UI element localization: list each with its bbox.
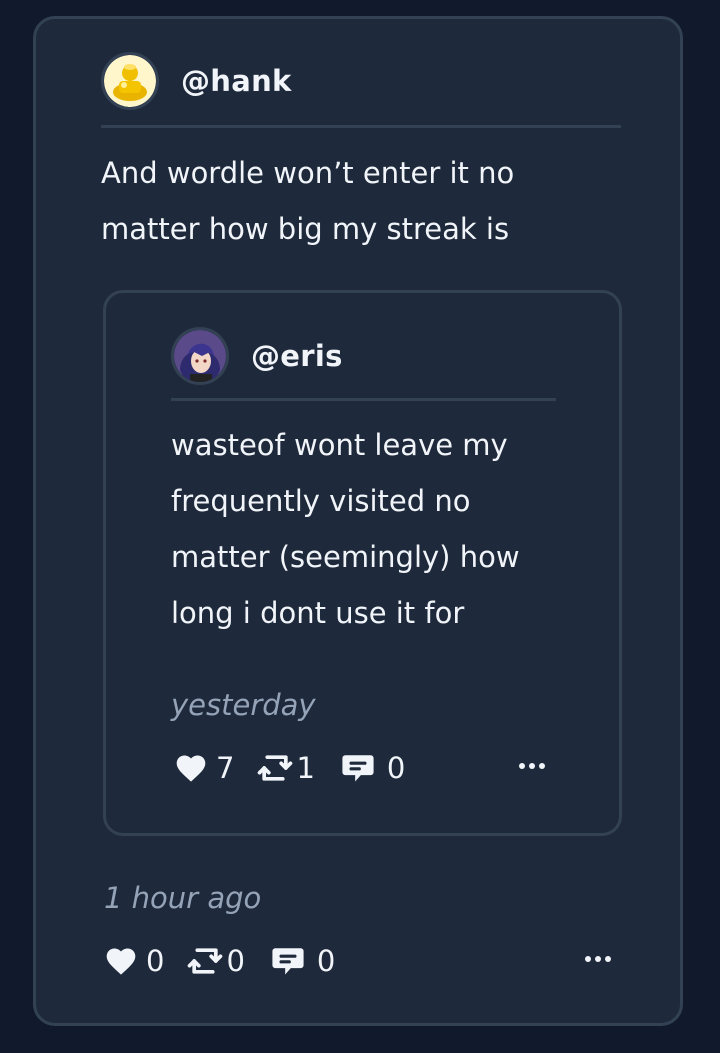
username[interactable]: @hank: [181, 64, 292, 98]
post-actions: 0 0 0: [104, 944, 335, 978]
comment-count: 0: [386, 751, 406, 785]
like-count: 0: [146, 944, 165, 978]
avatar[interactable]: [171, 327, 229, 385]
more-dot: [519, 763, 525, 769]
post-timestamp[interactable]: 1 hour ago: [104, 881, 261, 915]
more-dot: [529, 763, 535, 769]
repost-count: 1: [296, 751, 315, 785]
repost-count: 0: [226, 944, 245, 978]
post-text: And wordle won’t enter it no matter how …: [101, 145, 514, 257]
post-text-line: matter how big my streak is: [101, 212, 510, 246]
repost-icon: [188, 948, 223, 974]
post-header: @hank: [101, 52, 292, 110]
like-button[interactable]: 7: [174, 751, 234, 785]
quoted-timestamp[interactable]: yesterday: [171, 688, 316, 722]
comment-button[interactable]: 0: [341, 751, 405, 785]
more-dot: [585, 956, 591, 962]
more-dot: [605, 956, 611, 962]
comment-count: 0: [316, 944, 336, 978]
avatar[interactable]: [101, 52, 159, 110]
more-icon[interactable]: [519, 763, 545, 769]
quoted-text-line: frequently visited no: [171, 484, 471, 518]
more-icon[interactable]: [585, 956, 611, 962]
post-card: @hank And wordle won’t enter it no matte…: [33, 16, 683, 1026]
username[interactable]: @eris: [251, 339, 343, 373]
repost-button[interactable]: 0: [186, 944, 245, 978]
heart-icon: [106, 948, 136, 975]
repost-button[interactable]: 1: [256, 751, 315, 785]
comment-icon: [272, 948, 304, 975]
comment-icon: [342, 755, 374, 782]
quoted-text-line: matter (seemingly) how: [171, 540, 520, 574]
like-count: 7: [216, 751, 235, 785]
like-button[interactable]: 0: [104, 944, 164, 978]
quoted-header: @eris: [171, 327, 343, 385]
header-divider: [101, 125, 621, 128]
more-dot: [539, 763, 545, 769]
quoted-post[interactable]: @eris wasteof wont leave my frequently v…: [103, 290, 622, 836]
header-divider: [171, 398, 556, 401]
post-text-line: And wordle won’t enter it no: [101, 156, 515, 190]
heart-icon: [176, 755, 206, 782]
repost-icon: [258, 755, 293, 781]
quoted-actions: 7 1 0: [174, 751, 405, 785]
more-dot: [595, 956, 601, 962]
quoted-text-line: wasteof wont leave my: [171, 428, 508, 462]
comment-button[interactable]: 0: [271, 944, 335, 978]
quoted-text: wasteof wont leave my frequently visited…: [171, 417, 520, 641]
quoted-text-line: long i dont use it for: [171, 596, 465, 630]
